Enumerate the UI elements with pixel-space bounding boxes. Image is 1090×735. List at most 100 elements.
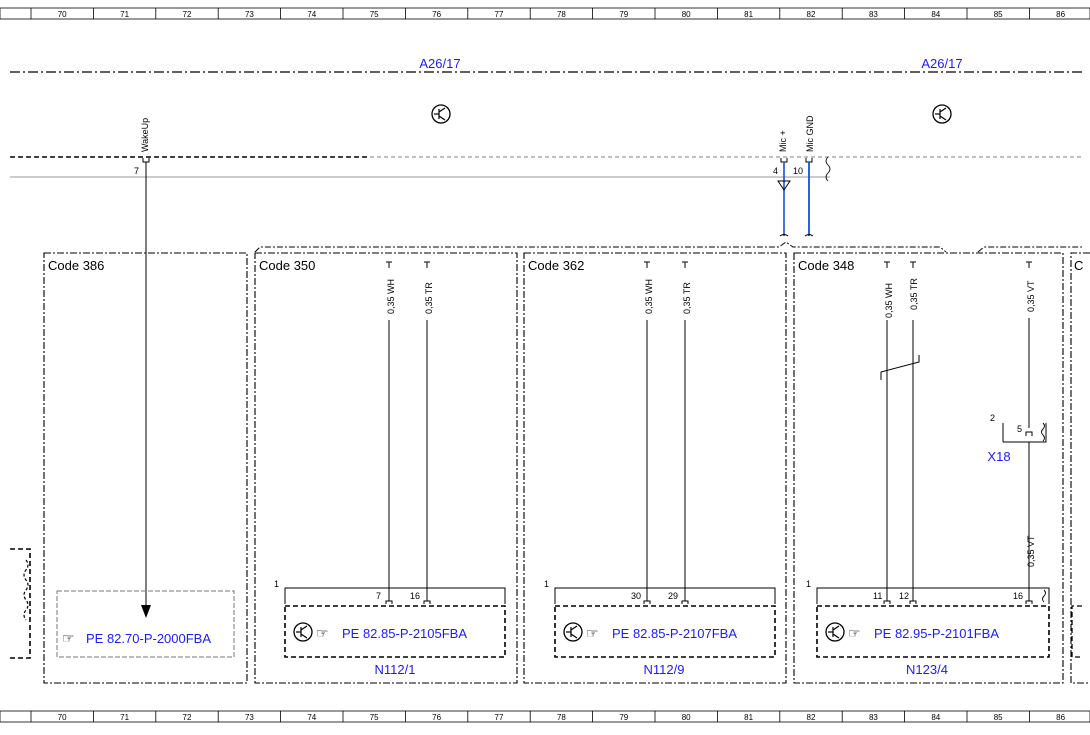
pointing-hand-icon: ☞ <box>848 625 861 641</box>
wire-label: 0,35 VT <box>1026 280 1036 312</box>
ruler-column-label: 74 <box>307 713 316 722</box>
component-name[interactable]: N112/1 <box>375 662 416 677</box>
ruler-column-label: 84 <box>931 713 940 722</box>
ruler-column-label: 70 <box>58 10 67 19</box>
connector-bracket <box>1002 423 1047 443</box>
control-unit-icon <box>293 622 313 642</box>
ruler-column-label: 72 <box>183 713 192 722</box>
code-label-348: Code 348 <box>798 258 854 273</box>
code-label-350: Code 350 <box>259 258 315 273</box>
pin-label: 11 <box>873 591 882 601</box>
bottom-ruler: 70 71 72 73 74 75 76 77 78 79 80 81 82 83 84 85 86 <box>0 710 1090 723</box>
ruler-column-label: 77 <box>495 10 504 19</box>
ruler-column-label: 75 <box>370 713 379 722</box>
pin-label: 1 <box>274 579 279 589</box>
ruler-column-label: 86 <box>1056 10 1065 19</box>
wire-label: 0,35 WH <box>644 279 654 314</box>
ruler-column-label: 83 <box>869 10 878 19</box>
doc-reference-link[interactable]: PE 82.70-P-2000FBA <box>86 631 211 646</box>
ruler-column-label: 83 <box>869 713 878 722</box>
ruler-column-label: 84 <box>931 10 940 19</box>
doc-reference-link[interactable]: PE 82.85-P-2107FBA <box>612 626 737 641</box>
wire-end-icon <box>910 261 916 268</box>
control-unit-icon <box>932 104 952 124</box>
module-label-right[interactable]: A26/17 <box>921 56 962 71</box>
control-unit-icon <box>825 622 845 642</box>
ruler-column-label: 81 <box>744 713 753 722</box>
arrow-down-icon <box>141 605 151 618</box>
doc-reference-link[interactable]: PE 82.95-P-2101FBA <box>874 626 999 641</box>
ruler-column-label: 76 <box>432 713 441 722</box>
mic-gnd-label: Mic GND <box>805 115 815 152</box>
ruler-column-label: 81 <box>744 10 753 19</box>
ruler-column-label: 79 <box>619 10 628 19</box>
cable-break-icon <box>779 234 814 237</box>
ruler-column-label: 76 <box>432 10 441 19</box>
ruler-column-label: 70 <box>58 713 67 722</box>
group-boundary <box>977 246 1082 253</box>
control-unit-icon <box>563 622 583 642</box>
pin-connector-icon <box>883 600 1033 604</box>
ruler-column-label: 75 <box>370 10 379 19</box>
wire-end-icon <box>884 261 890 268</box>
connector-pin-inner: 5 <box>1017 424 1022 434</box>
pin-label: 29 <box>668 591 678 601</box>
pin-label: 1 <box>806 579 811 589</box>
module-label-left[interactable]: A26/17 <box>419 56 460 71</box>
code-label-partial: C <box>1074 258 1083 273</box>
connector-pin-outer: 2 <box>990 413 995 423</box>
code-label-386: Code 386 <box>48 258 104 273</box>
ruler-column-label: 78 <box>557 713 566 722</box>
pin-label: 12 <box>899 591 909 601</box>
ruler-column-label: 80 <box>682 713 691 722</box>
ruler-column-label: 71 <box>120 713 129 722</box>
ruler-column-label: 73 <box>245 713 254 722</box>
ruler-column-label: 86 <box>1056 713 1065 722</box>
connector-name[interactable]: X18 <box>987 449 1010 464</box>
wave-break-icon <box>23 559 29 621</box>
ruler-column-label: 73 <box>245 10 254 19</box>
wakeup-pin: 7 <box>134 166 139 176</box>
wiring-diagram: 70 71 72 73 74 75 76 77 78 79 80 81 82 83 84 85 86 70 71 7… <box>0 7 1090 723</box>
wire-label: 0,35 TR <box>424 282 434 314</box>
ruler-column-label: 85 <box>994 713 1003 722</box>
pin-header <box>554 587 776 604</box>
top-ruler: 70 71 72 73 74 75 76 77 78 79 80 81 82 83 84 85 86 <box>0 7 1090 20</box>
group-boundary <box>254 241 947 253</box>
ruler-column-label: 85 <box>994 10 1003 19</box>
control-unit-icon <box>431 104 451 124</box>
wire-label: 0,35 WH <box>386 279 396 314</box>
ruler-column-label: 79 <box>619 713 628 722</box>
code-label-362: Code 362 <box>528 258 584 273</box>
mic-gnd-pin: 10 <box>793 166 803 176</box>
wave-break-icon <box>1041 422 1045 442</box>
pin-connector-icon <box>142 158 150 163</box>
code-box-362 <box>523 252 787 684</box>
pin-label: 16 <box>410 591 420 601</box>
ruler-column-label: 80 <box>682 10 691 19</box>
ruler-column-label: 82 <box>807 10 816 19</box>
partial-component-outline <box>10 548 31 659</box>
ruler-column-label: 78 <box>557 10 566 19</box>
component-name[interactable]: N123/4 <box>906 662 948 677</box>
pin-connector-icon <box>805 158 813 163</box>
ruler-column-label: 72 <box>183 10 192 19</box>
pin-label: 7 <box>376 591 381 601</box>
code-box-348 <box>793 252 1064 684</box>
wire-end-icon <box>424 261 430 268</box>
wire-end-icon <box>1026 261 1032 268</box>
wave-break-icon <box>1042 589 1046 603</box>
doc-reference-link[interactable]: PE 82.85-P-2105FBA <box>342 626 467 641</box>
wire-end-icon <box>644 261 650 268</box>
pin-connector-icon <box>385 600 431 604</box>
code-box-partial <box>1070 252 1090 684</box>
pointing-hand-icon: ☞ <box>586 625 599 641</box>
pin-label: 1 <box>544 579 549 589</box>
pin-header <box>284 587 506 604</box>
ruler-column-label: 82 <box>807 713 816 722</box>
ruler-column-label: 71 <box>120 10 129 19</box>
wire-label: 0,35 WH <box>884 283 894 318</box>
pin-connector-icon <box>780 158 788 163</box>
component-name[interactable]: N112/9 <box>644 662 685 677</box>
pointing-hand-icon: ☞ <box>316 625 329 641</box>
